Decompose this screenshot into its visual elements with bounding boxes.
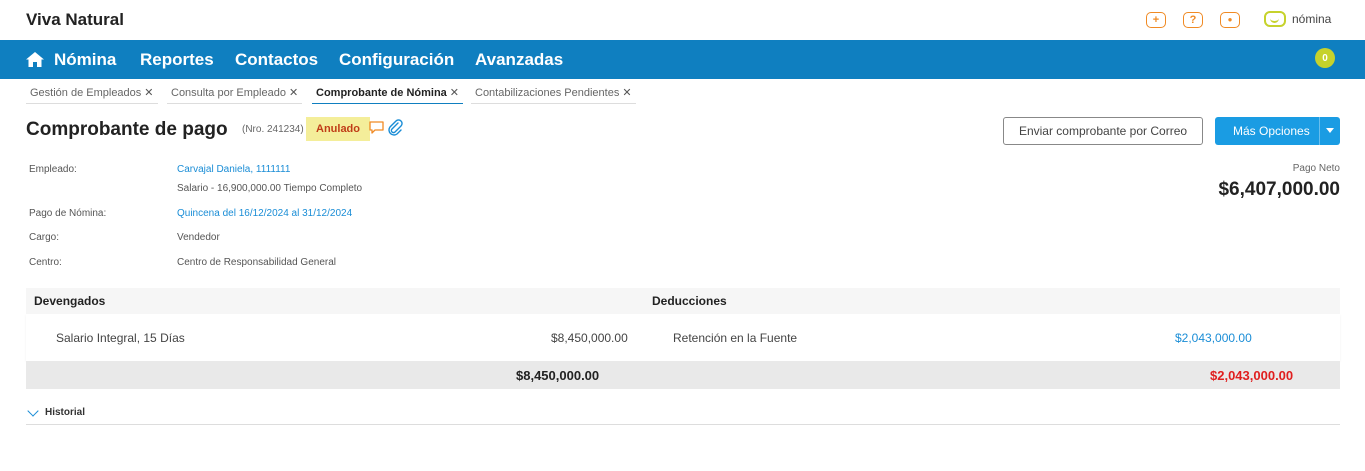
empleado-link[interactable]: Carvajal Daniela, 1111111 (177, 164, 290, 175)
nav-configuracion[interactable]: Configuración (339, 50, 454, 70)
send-email-button[interactable]: Enviar comprobante por Correo (1003, 117, 1203, 145)
tab-label: Contabilizaciones Pendientes (475, 87, 620, 99)
table-header: Devengados Deducciones (26, 288, 1340, 314)
close-icon[interactable]: ✕ (450, 87, 459, 99)
paperclip-icon[interactable] (387, 119, 403, 136)
brand-mark-icon (1264, 11, 1286, 27)
pago-neto-value: $6,407,000.00 (1218, 179, 1340, 200)
chevron-down-icon[interactable] (1326, 128, 1334, 133)
pago-nomina-link[interactable]: Quincena del 16/12/2024 al 31/12/2024 (177, 208, 352, 219)
devengados-header: Devengados (34, 294, 106, 308)
nav-avanzadas[interactable]: Avanzadas (475, 50, 563, 70)
brand-text: nómina (1292, 12, 1332, 26)
notification-badge[interactable]: 0 (1315, 48, 1335, 68)
tab-label: Comprobante de Nómina (316, 87, 447, 99)
close-icon[interactable]: ✕ (144, 87, 153, 99)
tab-comprobante-nomina[interactable]: Comprobante de Nómina ✕ (312, 84, 464, 104)
voucher-number: (Nro. 241234) (242, 124, 304, 135)
tab-label: Consulta por Empleado (171, 87, 286, 99)
table-total-row: $8,450,000.00 $2,043,000.00 (26, 361, 1340, 389)
pago-nomina-label: Pago de Nómina: (29, 208, 107, 219)
pago-neto-label: Pago Neto (1292, 163, 1340, 174)
top-bar: Viva Natural + ? ● nómina (0, 0, 1365, 40)
salario-text: Salario - 16,900,000.00 Tiempo Completo (177, 183, 363, 194)
user-icon[interactable]: ● (1220, 12, 1240, 28)
deducciones-header: Deducciones (652, 294, 727, 308)
close-icon[interactable]: ✕ (622, 87, 631, 99)
deduccion-amount-link[interactable]: $2,043,000.00 (1175, 331, 1252, 345)
cargo-value: Vendedor (177, 232, 220, 243)
tab-gestion-empleados[interactable]: Gestión de Empleados ✕ (26, 84, 158, 104)
more-options-button[interactable]: Más Opciones (1215, 117, 1340, 145)
main-nav: Nómina Reportes Contactos Configuración … (0, 40, 1365, 79)
historial-toggle[interactable]: Historial (27, 404, 86, 418)
deduccion-concept: Retención en la Fuente (673, 331, 798, 345)
centro-value: Centro de Responsabilidad General (177, 257, 336, 268)
page-title: Comprobante de pago (26, 119, 228, 140)
total-deducciones: $2,043,000.00 (1210, 368, 1294, 383)
help-icon[interactable]: ? (1183, 12, 1203, 28)
tab-consulta-empleado[interactable]: Consulta por Empleado ✕ (167, 84, 303, 104)
empleado-label: Empleado: (29, 164, 77, 175)
centro-label: Centro: (29, 257, 62, 268)
chevron-down-icon (27, 404, 39, 417)
status-badge: Anulado (306, 117, 370, 141)
add-icon[interactable]: + (1146, 12, 1166, 28)
cargo-label: Cargo: (29, 232, 60, 243)
historial-label: Historial (45, 407, 86, 418)
tab-contabilizaciones[interactable]: Contabilizaciones Pendientes ✕ (471, 84, 636, 104)
devengado-amount: $8,450,000.00 (551, 331, 628, 345)
nav-contactos[interactable]: Contactos (235, 50, 318, 70)
divider (26, 424, 1340, 425)
app-title: Viva Natural (26, 10, 124, 29)
total-devengados: $8,450,000.00 (516, 368, 600, 383)
home-icon[interactable] (26, 52, 44, 67)
button-separator (1319, 117, 1320, 145)
brand-logo: nómina (1264, 11, 1331, 27)
nav-reportes[interactable]: Reportes (140, 50, 214, 70)
more-options-label: Más Opciones (1233, 124, 1310, 138)
close-icon[interactable]: ✕ (289, 87, 298, 99)
nav-nomina[interactable]: Nómina (54, 50, 116, 70)
tab-label: Gestión de Empleados (30, 87, 142, 99)
devengado-concept: Salario Integral, 15 Días (56, 331, 185, 345)
comment-icon[interactable] (369, 121, 384, 135)
table-row: Salario Integral, 15 Días $8,450,000.00 … (26, 314, 1340, 361)
